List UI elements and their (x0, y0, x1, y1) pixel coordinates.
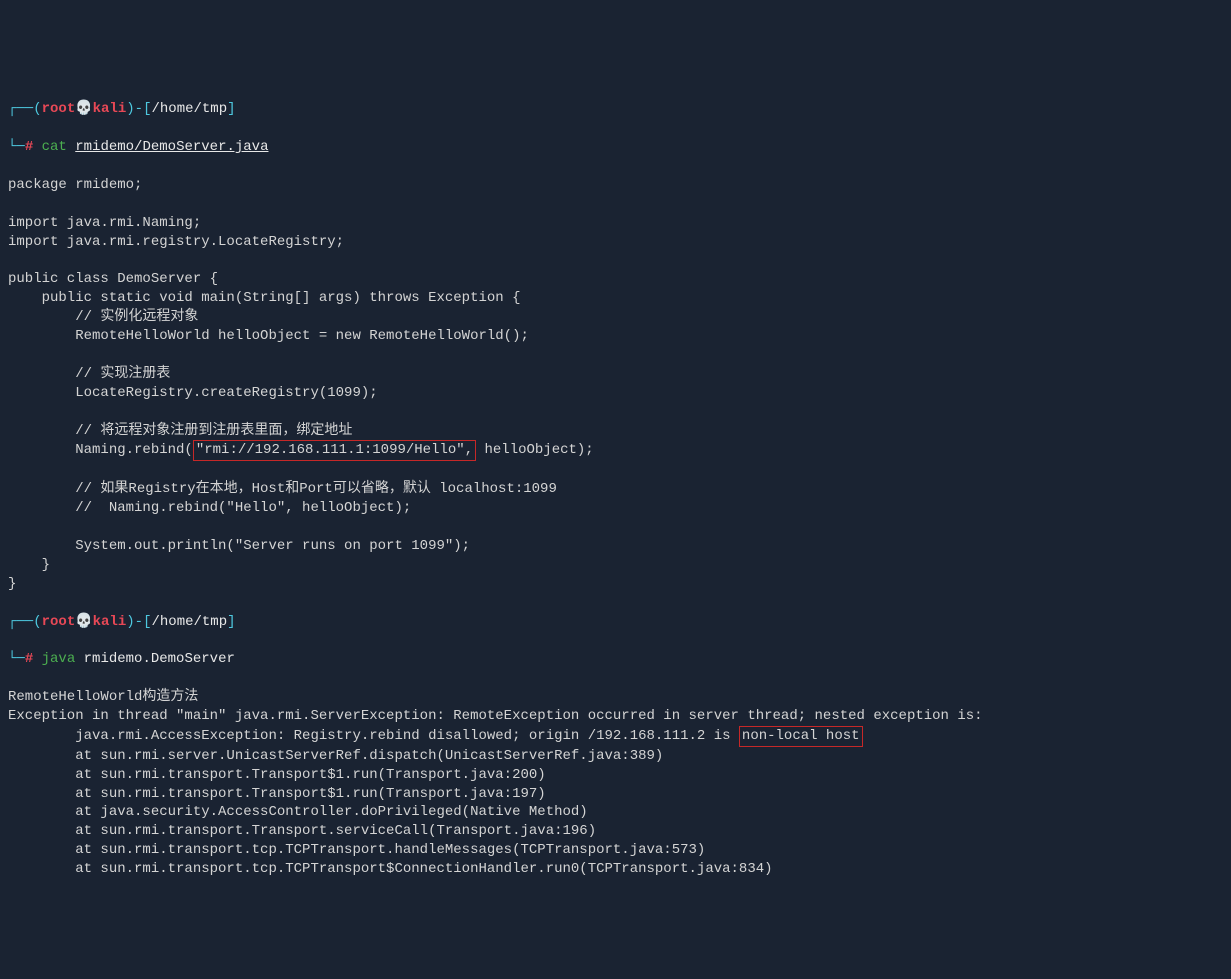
prompt-host: kali (93, 101, 127, 117)
prompt-hash: # (25, 139, 33, 155)
prompt-user: root (42, 101, 76, 117)
source-line: package rmidemo; (8, 177, 142, 193)
prompt-user: root (42, 614, 76, 630)
prompt-path: /home/tmp (151, 101, 227, 117)
source-line: // 实现注册表 (8, 366, 170, 382)
prompt-path: /home/tmp (151, 614, 227, 630)
cmd-arg: rmidemo.DemoServer (84, 651, 235, 667)
output-line: RemoteHelloWorld构造方法 (8, 689, 198, 705)
source-line: import java.rmi.Naming; (8, 215, 201, 231)
source-line: RemoteHelloWorld helloObject = new Remot… (8, 328, 529, 344)
prompt-open: ┌──( (8, 614, 42, 630)
source-line: // 实例化远程对象 (8, 309, 198, 325)
output-line: at sun.rmi.transport.Transport.serviceCa… (8, 823, 596, 839)
prompt-line-4[interactable]: └─# java rmidemo.DemoServer (8, 650, 1223, 669)
source-line: // 如果Registry在本地，Host和Port可以省略，默认 localh… (8, 481, 557, 497)
source-line: System.out.println("Server runs on port … (8, 538, 470, 554)
prompt-close: )-[ (126, 614, 151, 630)
prompt-line-3: ┌──(root💀kali)-[/home/tmp] (8, 613, 1223, 632)
prompt-open: ┌──( (8, 101, 42, 117)
output-line: at sun.rmi.transport.tcp.TCPTransport$Co… (8, 861, 773, 877)
cmd-java: java (42, 651, 76, 667)
prompt-prefix: └─ (8, 651, 25, 667)
source-line: } (8, 557, 50, 573)
prompt-line-1: ┌──(root💀kali)-[/home/tmp] (8, 100, 1223, 119)
rebind-prefix: Naming.rebind( (8, 442, 193, 458)
exception-prefix: java.rmi.AccessException: Registry.rebin… (8, 728, 739, 744)
output-line: at sun.rmi.transport.Transport$1.run(Tra… (8, 786, 546, 802)
prompt-line-2[interactable]: └─# cat rmidemo/DemoServer.java (8, 138, 1223, 157)
prompt-end: ] (227, 101, 235, 117)
source-line: public static void main(String[] args) t… (8, 290, 520, 306)
non-local-host-highlight: non-local host (739, 726, 863, 747)
source-line: // Naming.rebind("Hello", helloObject); (8, 500, 411, 516)
rebind-suffix: helloObject); (476, 442, 594, 458)
output-line: at sun.rmi.transport.Transport$1.run(Tra… (8, 767, 546, 783)
source-line-rebind: Naming.rebind("rmi://192.168.111.1:1099/… (8, 442, 594, 458)
cmd-arg: rmidemo/DemoServer.java (75, 139, 268, 155)
skull-icon: 💀 (75, 101, 92, 117)
rmi-url-highlight: "rmi://192.168.111.1:1099/Hello", (193, 440, 476, 461)
source-line: import java.rmi.registry.LocateRegistry; (8, 234, 344, 250)
prompt-close: )-[ (126, 101, 151, 117)
source-line: } (8, 576, 16, 592)
cmd-cat: cat (42, 139, 67, 155)
output-line: at java.security.AccessController.doPriv… (8, 804, 588, 820)
terminal-output: ┌──(root💀kali)-[/home/tmp] └─# cat rmide… (8, 82, 1223, 879)
prompt-end: ] (227, 614, 235, 630)
source-line: LocateRegistry.createRegistry(1099); (8, 385, 378, 401)
prompt-host: kali (93, 614, 127, 630)
prompt-prefix: └─ (8, 139, 25, 155)
source-line: public class DemoServer { (8, 271, 218, 287)
output-line-access-exception: java.rmi.AccessException: Registry.rebin… (8, 728, 863, 744)
source-line: // 将远程对象注册到注册表里面，绑定地址 (8, 423, 352, 439)
skull-icon: 💀 (75, 614, 92, 630)
prompt-hash: # (25, 651, 33, 667)
output-line: at sun.rmi.server.UnicastServerRef.dispa… (8, 748, 663, 764)
output-line: Exception in thread "main" java.rmi.Serv… (8, 708, 991, 724)
output-line: at sun.rmi.transport.tcp.TCPTransport.ha… (8, 842, 705, 858)
